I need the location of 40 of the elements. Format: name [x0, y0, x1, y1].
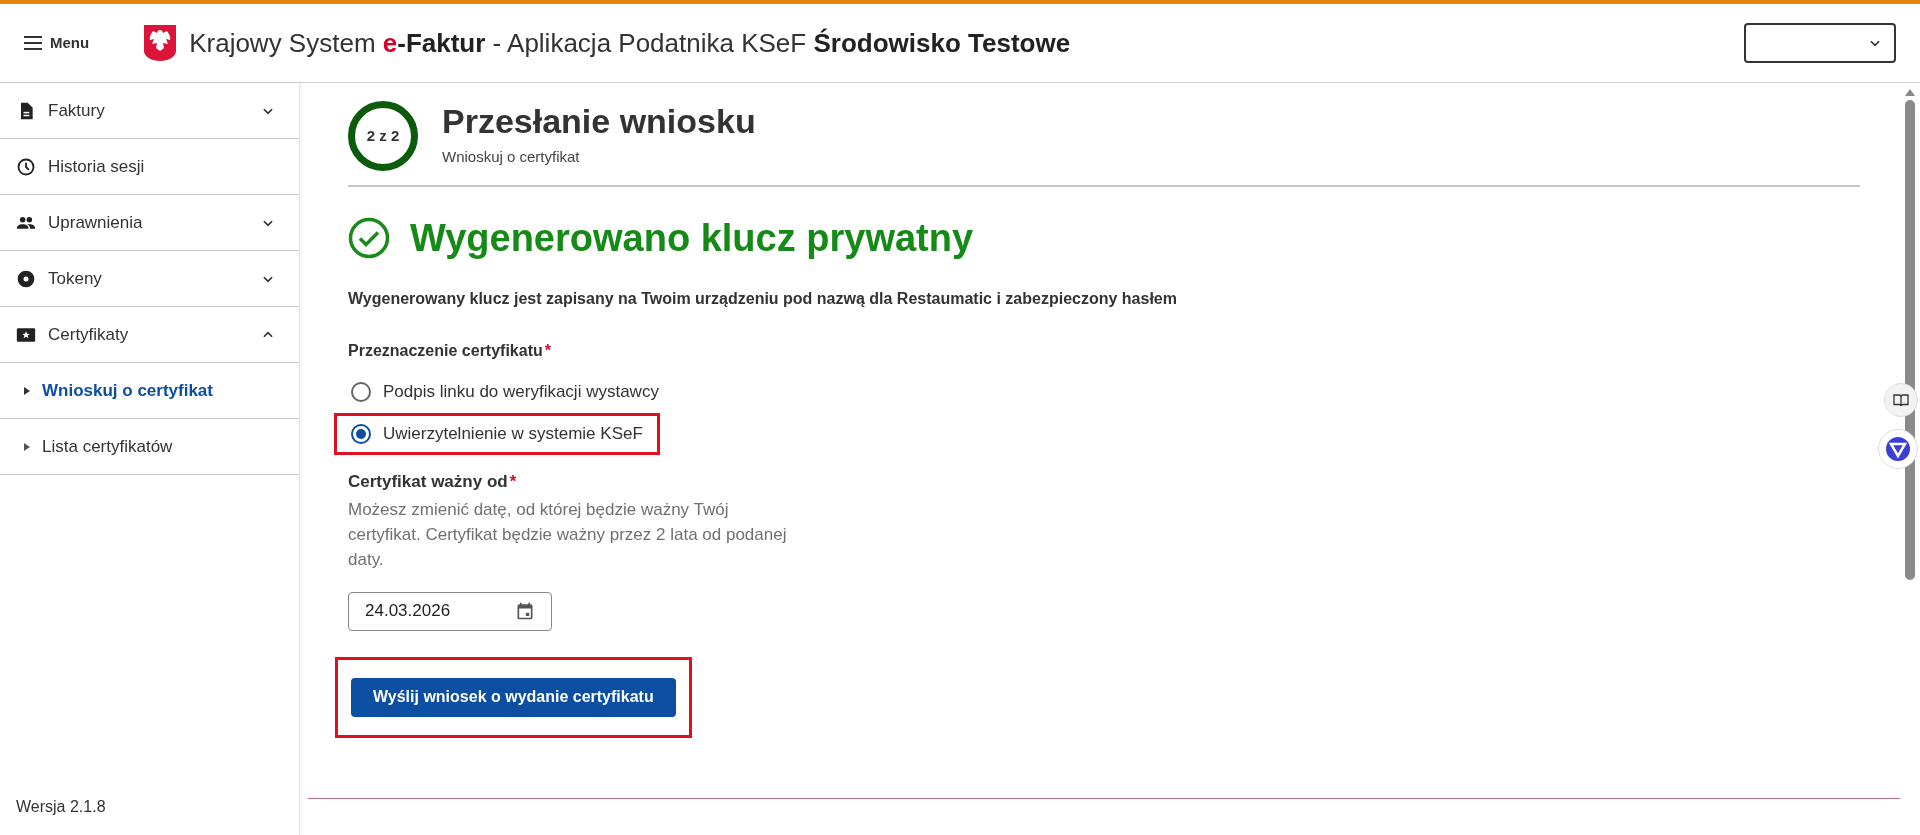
extension-button[interactable] — [1878, 429, 1918, 469]
disc-icon — [16, 268, 36, 289]
version-label: Wersja 2.1.8 — [16, 798, 106, 815]
sidebar-subitem[interactable]: Lista certyfikatów — [0, 419, 299, 475]
menu-icon — [24, 36, 42, 50]
required-asterisk: * — [544, 342, 551, 359]
triangle-logo-icon — [1885, 436, 1911, 462]
sidebar-item[interactable]: Historia sesji — [0, 139, 299, 195]
sidebar-subitem[interactable]: Wnioskuj o certyfikat — [0, 363, 299, 419]
scroll-up-arrow-icon[interactable] — [1905, 89, 1915, 96]
radio-button[interactable] — [351, 424, 371, 444]
sidebar-item[interactable]: Faktury — [0, 83, 299, 139]
clock-icon — [16, 156, 36, 177]
valid-from-help: Możesz zmienić datę, od której będzie ważny Twój certyfikat. Certyfikat będzie ważny przez 2 lata od podanej daty. — [348, 498, 788, 571]
radio-button[interactable] — [351, 382, 371, 402]
menu-button[interactable]: Menu — [24, 31, 90, 55]
sidebar-item[interactable]: Certyfikaty — [0, 307, 299, 363]
book-icon — [1893, 393, 1909, 407]
eagle-emblem-icon — [143, 24, 178, 62]
sidebar-item[interactable]: Tokeny — [0, 251, 299, 307]
sidebar-item[interactable]: Uprawnienia — [0, 195, 299, 251]
bullet-icon — [24, 442, 30, 451]
calendar-icon — [515, 601, 535, 621]
success-message: Wygenerowany klucz jest zapisany na Twoim urządzeniu pod nazwą dla Restaumatic i zabezpieczony hasłem — [348, 289, 1178, 309]
radio-option[interactable]: Podpis linku do weryfikacji wystawcy — [351, 378, 659, 406]
app-title: Krajowy System e-Faktur - Aplikacja Podatnika KSeF Środowisko Testowe — [189, 30, 1071, 56]
purpose-label: Przeznaczenie certyfikatu — [348, 342, 543, 359]
success-heading: Wygenerowano klucz prywatny — [410, 219, 974, 257]
valid-from-label: Certyfikat ważny od — [348, 472, 508, 491]
required-asterisk: * — [509, 472, 517, 491]
check-circle-icon — [348, 217, 390, 259]
reader-button[interactable] — [1884, 383, 1918, 417]
page-title: Przesłanie wniosku — [442, 103, 756, 138]
account-dropdown[interactable] — [1744, 23, 1896, 63]
date-field[interactable]: 24.03.2026 — [348, 591, 552, 631]
radio-option[interactable]: Uwierzytelnienie w systemie KSeF — [351, 420, 643, 448]
page-subtitle: Wnioskuj o certyfikat — [442, 146, 581, 167]
step-indicator: 2 z 2 — [348, 101, 418, 171]
bullet-icon — [24, 386, 30, 395]
submit-button[interactable]: Wyślij wniosek o wydanie certyfikatu — [351, 677, 676, 717]
